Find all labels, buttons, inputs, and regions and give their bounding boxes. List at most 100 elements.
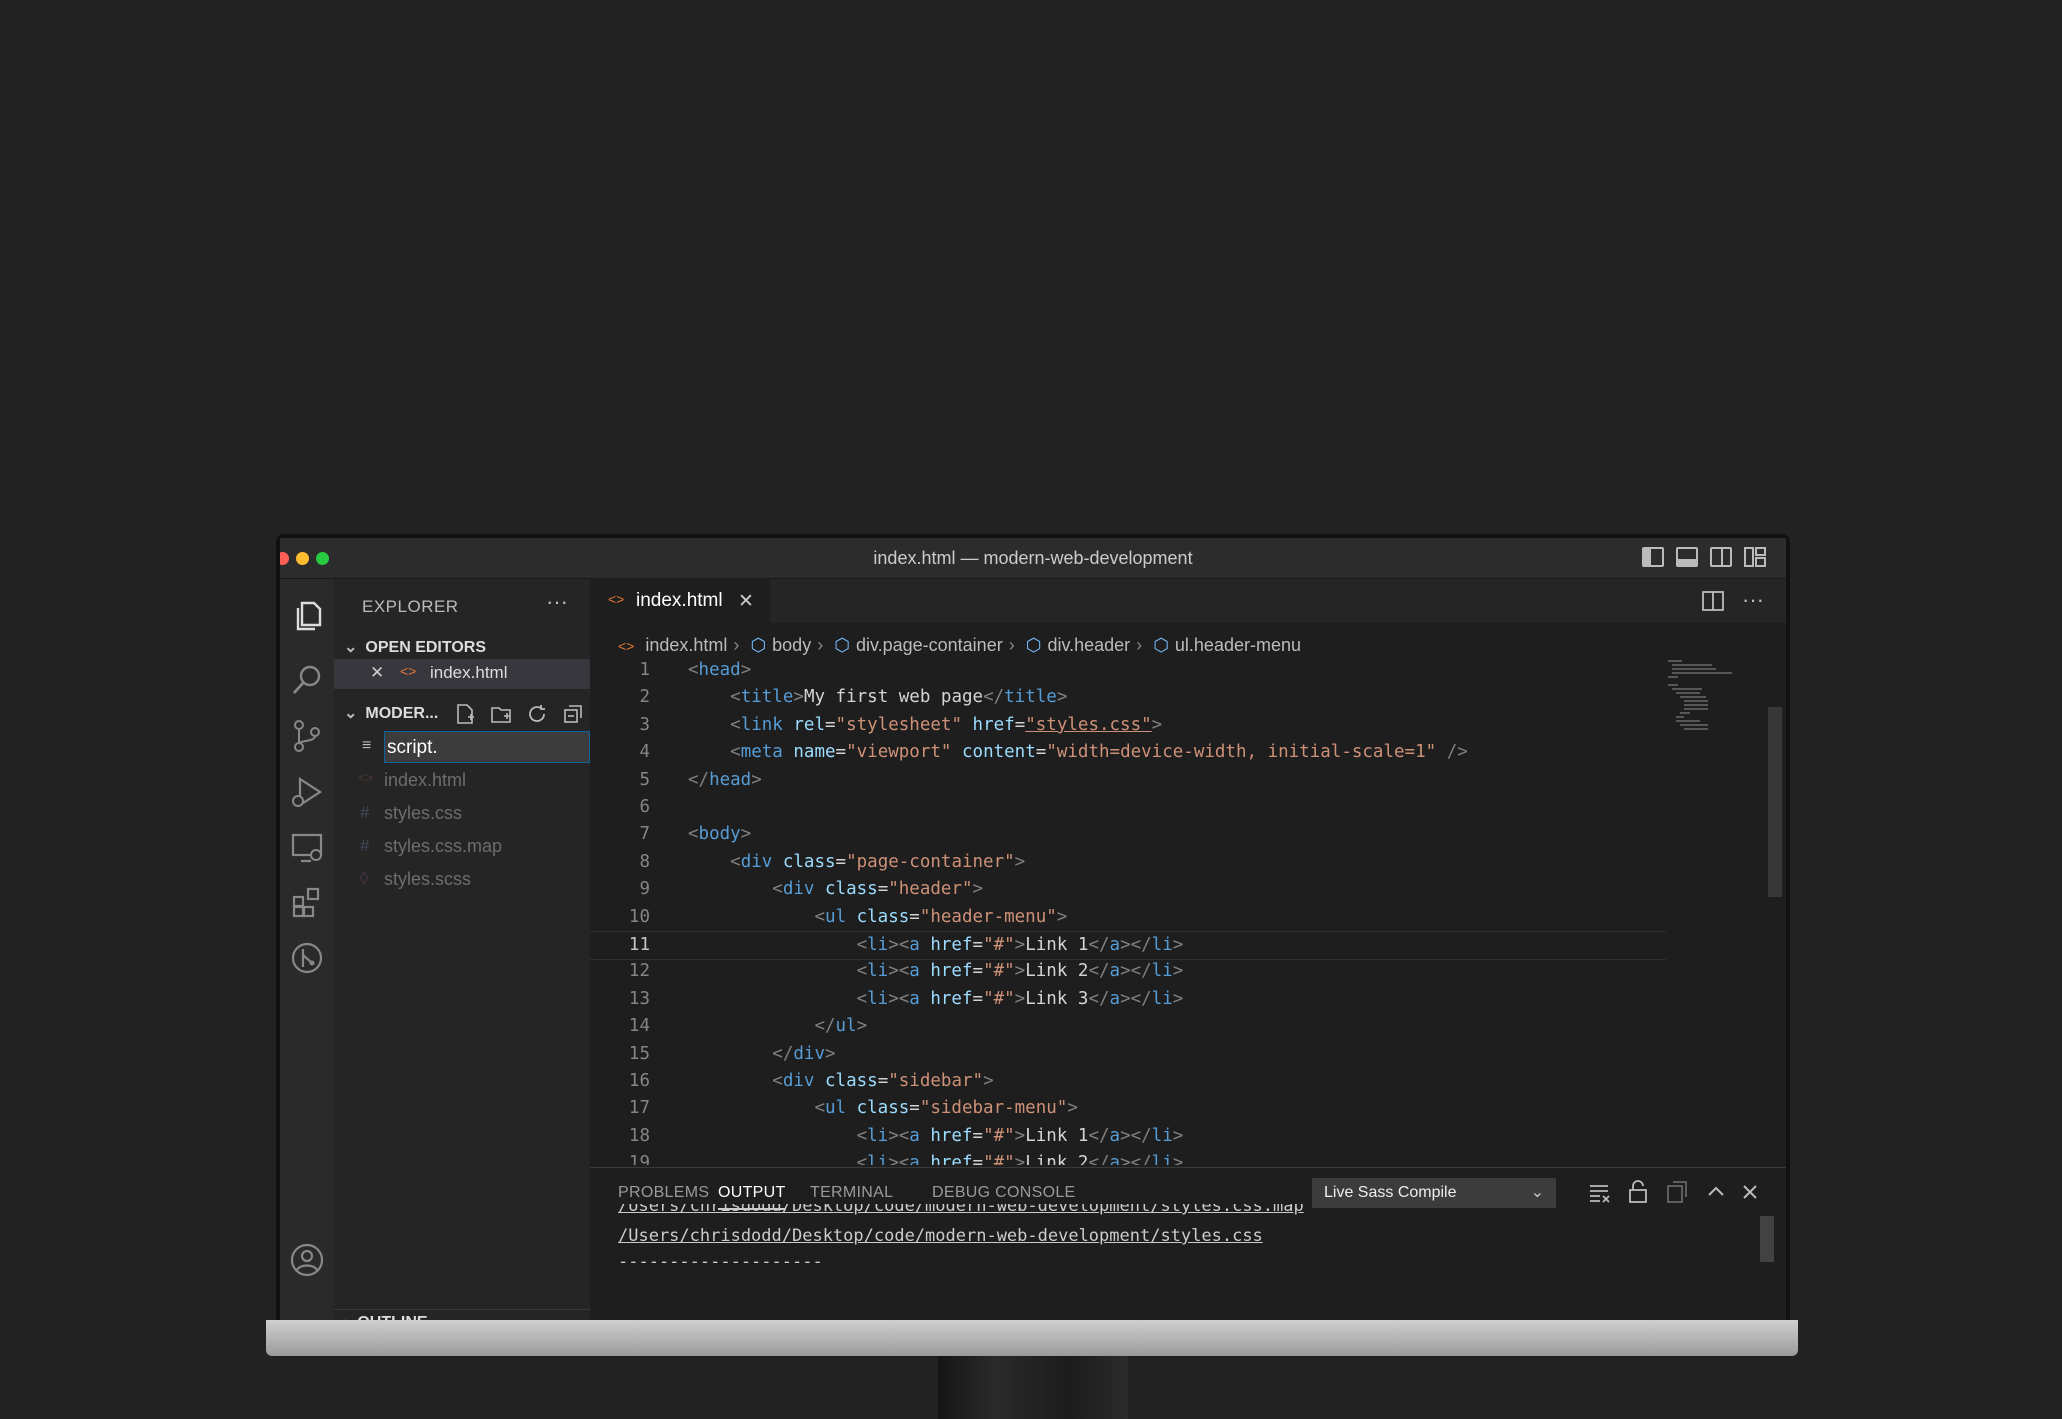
html-file-icon: <> <box>400 663 417 679</box>
line-number: 10 <box>628 906 650 927</box>
collapse-all-icon[interactable] <box>562 703 584 725</box>
code-editor[interactable]: 1 <head> 2 <title>My first web page</title… <box>590 657 1786 1165</box>
code-line[interactable]: 14 </ul> <box>590 1013 1666 1040</box>
explorer-more-actions[interactable]: ··· <box>546 589 568 615</box>
panel-scrollbar[interactable] <box>1760 1216 1774 1262</box>
customize-layout-icon[interactable] <box>1744 547 1766 567</box>
line-number: 18 <box>628 1125 650 1146</box>
file-item[interactable]: # styles.css <box>334 798 590 828</box>
code-line[interactable]: 19 <li><a href="#">Link 2</a></li> <box>590 1150 1666 1165</box>
output-channel-select[interactable]: Live Sass Compile ⌄ <box>1312 1178 1556 1208</box>
code-line[interactable]: 17 <ul class="sidebar-menu"> <box>590 1095 1666 1122</box>
toggle-secondary-sidebar-icon[interactable] <box>1710 547 1732 567</box>
css-file-icon: # <box>360 836 370 855</box>
monitor-chin <box>266 1320 1798 1356</box>
file-item[interactable]: ◊ styles.scss <box>334 864 590 894</box>
activity-bar <box>280 579 334 1323</box>
breadcrumb-item[interactable]: body <box>772 635 811 655</box>
tab-problems[interactable]: PROBLEMS <box>618 1184 709 1202</box>
tab-index-html[interactable]: <> index.html ✕ <box>590 579 770 623</box>
open-log-file-icon[interactable] <box>1666 1180 1688 1204</box>
code-line[interactable]: 5 </head> <box>590 767 1666 794</box>
output-line[interactable]: /Users/chrisdodd/Desktop/code/modern-web… <box>618 1226 1263 1246</box>
open-editor-item[interactable]: ✕ <> index.html <box>334 659 590 689</box>
file-item[interactable]: <> index.html <box>334 765 590 795</box>
lock-icon[interactable] <box>1628 1180 1648 1204</box>
code-line[interactable]: 15 </div> <box>590 1041 1666 1068</box>
code-text: <link rel="stylesheet" href="styles.css"… <box>730 714 1163 735</box>
maximize-panel-icon[interactable] <box>1706 1182 1726 1202</box>
new-file-name-input[interactable]: script. <box>384 731 590 763</box>
editor-scrollbar[interactable] <box>1768 707 1782 897</box>
code-line[interactable]: 13 <li><a href="#">Link 3</a></li> <box>590 986 1666 1013</box>
code-line[interactable]: 9 <div class="header"> <box>590 876 1666 903</box>
code-text: </head> <box>688 769 762 790</box>
git-graph-icon[interactable] <box>290 941 324 975</box>
close-panel-icon[interactable] <box>1740 1182 1760 1202</box>
breadcrumb-item[interactable]: div.page-container <box>856 635 1003 655</box>
explorer-sidebar: EXPLORER ··· ⌄ OPEN EDITORS ✕ <> index.ht… <box>334 579 590 1323</box>
code-text: <title>My first web page</title> <box>730 687 1068 708</box>
remote-explorer-icon[interactable] <box>290 831 324 865</box>
line-number: 1 <box>639 660 650 680</box>
code-line[interactable]: 1 <head> <box>590 657 1666 684</box>
code-text: <head> <box>688 660 752 680</box>
code-text: <li><a href="#">Link 2</a></li> <box>856 961 1184 982</box>
code-line[interactable]: 18 <li><a href="#">Link 1</a></li> <box>590 1123 1666 1150</box>
code-text: <div class="page-container"> <box>730 851 1026 872</box>
code-line[interactable]: 4 <meta name="viewport" content="width=d… <box>590 739 1666 766</box>
account-icon[interactable] <box>290 1243 324 1277</box>
explorer-icon[interactable] <box>290 599 324 633</box>
line-number: 9 <box>639 879 650 900</box>
search-icon[interactable] <box>290 663 324 697</box>
refresh-icon[interactable] <box>526 703 548 725</box>
editor-area: <> index.html ✕ ··· <> index.html › ⬡ body… <box>590 579 1786 1323</box>
code-line[interactable]: 8 <div class="page-container"> <box>590 849 1666 876</box>
open-editors-label: OPEN EDITORS <box>365 639 487 656</box>
code-line[interactable]: 16 <div class="sidebar"> <box>590 1068 1666 1095</box>
code-line[interactable]: 3 <link rel="stylesheet" href="styles.cs… <box>590 712 1666 739</box>
extensions-icon[interactable] <box>290 885 324 919</box>
code-text: <li><a href="#">Link 1</a></li> <box>856 935 1184 955</box>
code-text: <div class="sidebar"> <box>772 1071 994 1091</box>
output-line[interactable]: /Users/chrisdodd/Desktop/code/modern-web… <box>618 1204 1304 1218</box>
tab-label: index.html <box>636 590 723 611</box>
run-debug-icon[interactable] <box>290 775 324 809</box>
line-number: 11 <box>628 935 650 955</box>
code-line[interactable]: 7 <body> <box>590 821 1666 848</box>
tab-debug-console[interactable]: DEBUG CONSOLE <box>932 1184 1076 1202</box>
editor-more-actions-icon[interactable]: ··· <box>1742 587 1764 613</box>
project-folder-section[interactable]: ⌄ MODER... <box>344 703 438 723</box>
tab-terminal[interactable]: TERMINAL <box>810 1184 893 1202</box>
close-editor-icon[interactable]: ✕ <box>370 663 384 683</box>
file-item[interactable]: # styles.css.map <box>334 831 590 861</box>
new-folder-icon[interactable] <box>490 703 512 725</box>
new-file-icon[interactable] <box>454 703 476 725</box>
toggle-panel-icon[interactable] <box>1676 547 1698 567</box>
minimap[interactable] <box>1668 657 1768 737</box>
open-editors-section[interactable]: ⌄ OPEN EDITORS <box>344 637 486 657</box>
code-line[interactable]: 11 <li><a href="#">Link 1</a></li> <box>590 931 1666 961</box>
code-line[interactable]: 10 <ul class="header-menu"> <box>590 904 1666 931</box>
close-tab-icon[interactable]: ✕ <box>738 590 754 613</box>
source-control-icon[interactable] <box>290 719 324 753</box>
breadcrumb-item[interactable]: ul.header-menu <box>1175 635 1301 655</box>
code-text: </div> <box>772 1043 836 1064</box>
code-line[interactable]: 12 <li><a href="#">Link 2</a></li> <box>590 958 1666 985</box>
code-text: <div class="header"> <box>772 879 984 900</box>
html-file-icon: <> <box>358 770 374 785</box>
breadcrumb-item[interactable]: div.header <box>1047 635 1130 655</box>
symbol-icon: ⬡ <box>1153 635 1169 655</box>
code-text: <li><a href="#">Link 1</a></li> <box>856 1125 1184 1146</box>
breadcrumb-item[interactable]: index.html <box>645 635 727 655</box>
html-file-icon: <> <box>608 591 625 607</box>
line-number: 13 <box>628 988 650 1009</box>
line-number: 4 <box>639 742 650 763</box>
clear-output-icon[interactable] <box>1588 1182 1612 1204</box>
toggle-primary-sidebar-icon[interactable] <box>1642 547 1664 567</box>
file-lines-icon: ≡ <box>362 737 372 754</box>
symbol-icon: ⬡ <box>750 635 767 655</box>
code-line[interactable]: 2 <title>My first web page</title> <box>590 684 1666 711</box>
split-editor-icon[interactable] <box>1702 591 1724 611</box>
code-line[interactable]: 6 <box>590 794 1666 821</box>
